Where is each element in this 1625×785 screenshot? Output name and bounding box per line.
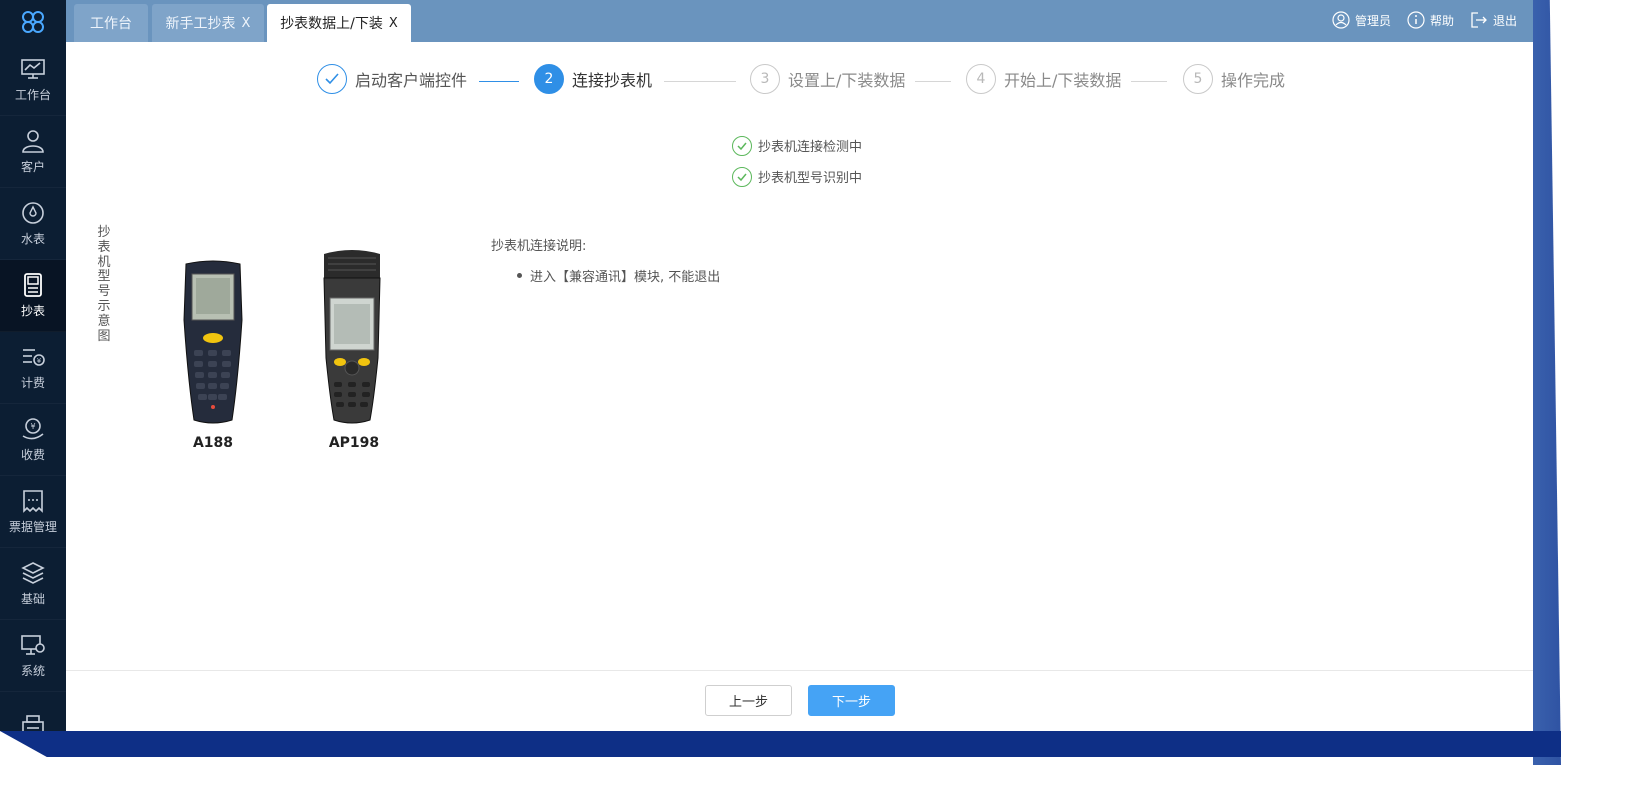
top-bar: 工作台 新手工抄表 X 抄表数据上/下装 X 管理员 帮助 退出 bbox=[66, 0, 1533, 42]
sidebar: 工作台 客户 水表 抄表 ¥ 计费 ¥ 收费 票据管理 基础 系统 bbox=[0, 0, 66, 731]
sidebar-item-billing[interactable]: ¥ 计费 bbox=[0, 332, 66, 404]
tab-manual-reading[interactable]: 新手工抄表 X bbox=[152, 4, 264, 42]
instructions-title: 抄表机连接说明: bbox=[491, 239, 587, 254]
previous-step-button[interactable]: 上一步 bbox=[705, 685, 792, 716]
device-a188-image bbox=[183, 260, 243, 424]
step-connector bbox=[1131, 81, 1167, 82]
sidebar-item-label: 收费 bbox=[20, 448, 45, 462]
check-circle-icon bbox=[732, 166, 752, 187]
sidebar-item-system[interactable]: 系统 bbox=[0, 620, 66, 692]
sidebar-item-basics[interactable]: 基础 bbox=[0, 548, 66, 620]
tab-label: 工作台 bbox=[90, 16, 132, 32]
check-label: 抄表机型号识别中 bbox=[758, 171, 863, 186]
close-icon[interactable]: X bbox=[242, 16, 251, 31]
sidebar-item-more[interactable] bbox=[0, 692, 66, 731]
app-logo bbox=[0, 0, 66, 44]
step-number: 3 bbox=[750, 64, 780, 94]
bullet-icon bbox=[517, 273, 522, 278]
step-1: 启动客户端控件 bbox=[317, 64, 467, 94]
sidebar-item-customer[interactable]: 客户 bbox=[0, 116, 66, 188]
step-label: 启动客户端控件 bbox=[355, 71, 468, 90]
sidebar-item-water-meter[interactable]: 水表 bbox=[0, 188, 66, 260]
next-step-button[interactable]: 下一步 bbox=[808, 685, 895, 716]
device-ap198-image bbox=[323, 250, 381, 424]
help-label: 帮助 bbox=[1429, 13, 1454, 28]
step-4: 4 开始上/下装数据 bbox=[966, 64, 1121, 94]
instructions-item: 进入【兼容通讯】模块, 不能退出 bbox=[517, 266, 720, 285]
step-connector bbox=[479, 81, 519, 82]
step-number: 5 bbox=[1183, 64, 1213, 94]
check-label: 抄表机连接检测中 bbox=[758, 140, 863, 155]
meter-reader-icon bbox=[24, 273, 42, 297]
billing-icon: ¥ bbox=[23, 349, 45, 366]
logout-icon bbox=[1471, 12, 1487, 28]
step-connector bbox=[664, 81, 736, 82]
sidebar-item-label: 计费 bbox=[20, 376, 45, 390]
step-number: 4 bbox=[966, 64, 996, 94]
user-icon bbox=[22, 130, 44, 153]
sidebar-item-label: 工作台 bbox=[14, 88, 51, 102]
step-label: 连接抄表机 bbox=[572, 71, 653, 90]
payment-icon: ¥ bbox=[22, 418, 44, 440]
tab-label: 抄表数据上/下装 bbox=[280, 16, 383, 32]
system-settings-icon bbox=[21, 635, 45, 655]
receipt-icon bbox=[23, 490, 43, 513]
sidebar-item-meter-reading[interactable]: 抄表 bbox=[0, 260, 66, 332]
sidebar-item-payment[interactable]: ¥ 收费 bbox=[0, 404, 66, 476]
user-avatar-icon bbox=[1332, 11, 1350, 29]
sidebar-item-receipts[interactable]: 票据管理 bbox=[0, 476, 66, 548]
connection-checks: 抄表机连接检测中 抄表机型号识别中 bbox=[732, 130, 862, 192]
device-diagram-label: 抄表机型号示意图 bbox=[97, 225, 111, 344]
info-icon bbox=[1407, 11, 1425, 29]
svg-text:¥: ¥ bbox=[30, 422, 35, 431]
device-name-ap198: AP198 bbox=[328, 435, 380, 451]
close-icon[interactable]: X bbox=[389, 16, 398, 31]
logout-link[interactable]: 退出 bbox=[1470, 11, 1517, 29]
frame-right-edge bbox=[1533, 0, 1561, 765]
meter-dial-icon bbox=[22, 202, 44, 224]
check-item: 抄表机连接检测中 bbox=[732, 130, 862, 161]
step-label: 开始上/下装数据 bbox=[1004, 71, 1122, 90]
sidebar-item-label: 系统 bbox=[20, 664, 45, 678]
step-2: 2 连接抄表机 bbox=[534, 64, 652, 94]
help-link[interactable]: 帮助 bbox=[1407, 11, 1454, 29]
check-icon bbox=[317, 64, 347, 94]
step-3: 3 设置上/下装数据 bbox=[750, 64, 905, 94]
wizard-steps: 启动客户端控件 2 连接抄表机 3 设置上/下装数据 4 开始上/下装数据 5 … bbox=[66, 64, 1533, 100]
printer-icon bbox=[22, 714, 44, 731]
main-content: 启动客户端控件 2 连接抄表机 3 设置上/下装数据 4 开始上/下装数据 5 … bbox=[66, 42, 1533, 731]
sidebar-item-label: 基础 bbox=[20, 592, 45, 606]
svg-text:¥: ¥ bbox=[37, 357, 42, 365]
layers-icon bbox=[21, 562, 45, 584]
footer-divider bbox=[66, 670, 1533, 671]
step-label: 设置上/下装数据 bbox=[788, 71, 906, 90]
admin-menu[interactable]: 管理员 bbox=[1332, 11, 1391, 29]
step-label: 操作完成 bbox=[1221, 71, 1286, 90]
sidebar-item-label: 客户 bbox=[20, 160, 45, 174]
check-item: 抄表机型号识别中 bbox=[732, 161, 862, 192]
top-right-menu: 管理员 帮助 退出 bbox=[1332, 0, 1517, 40]
logo-icon bbox=[22, 11, 44, 33]
tab-label: 新手工抄表 bbox=[165, 16, 236, 32]
check-circle-icon bbox=[732, 135, 752, 156]
logout-label: 退出 bbox=[1492, 13, 1517, 28]
sidebar-item-label: 水表 bbox=[20, 232, 45, 246]
admin-label: 管理员 bbox=[1354, 13, 1391, 28]
frame-bottom-edge bbox=[0, 731, 1561, 757]
sidebar-item-label: 抄表 bbox=[20, 304, 45, 318]
tab-workbench[interactable]: 工作台 bbox=[74, 4, 148, 42]
sidebar-item-label: 票据管理 bbox=[8, 520, 57, 534]
step-number: 2 bbox=[534, 64, 564, 94]
step-connector bbox=[915, 81, 951, 82]
instructions-text: 进入【兼容通讯】模块, 不能退出 bbox=[530, 270, 721, 285]
tab-data-upload-download[interactable]: 抄表数据上/下装 X bbox=[267, 4, 411, 42]
monitor-chart-icon bbox=[21, 59, 45, 79]
sidebar-item-workbench[interactable]: 工作台 bbox=[0, 44, 66, 116]
step-5: 5 操作完成 bbox=[1183, 64, 1285, 94]
device-name-a188: A188 bbox=[192, 435, 234, 451]
